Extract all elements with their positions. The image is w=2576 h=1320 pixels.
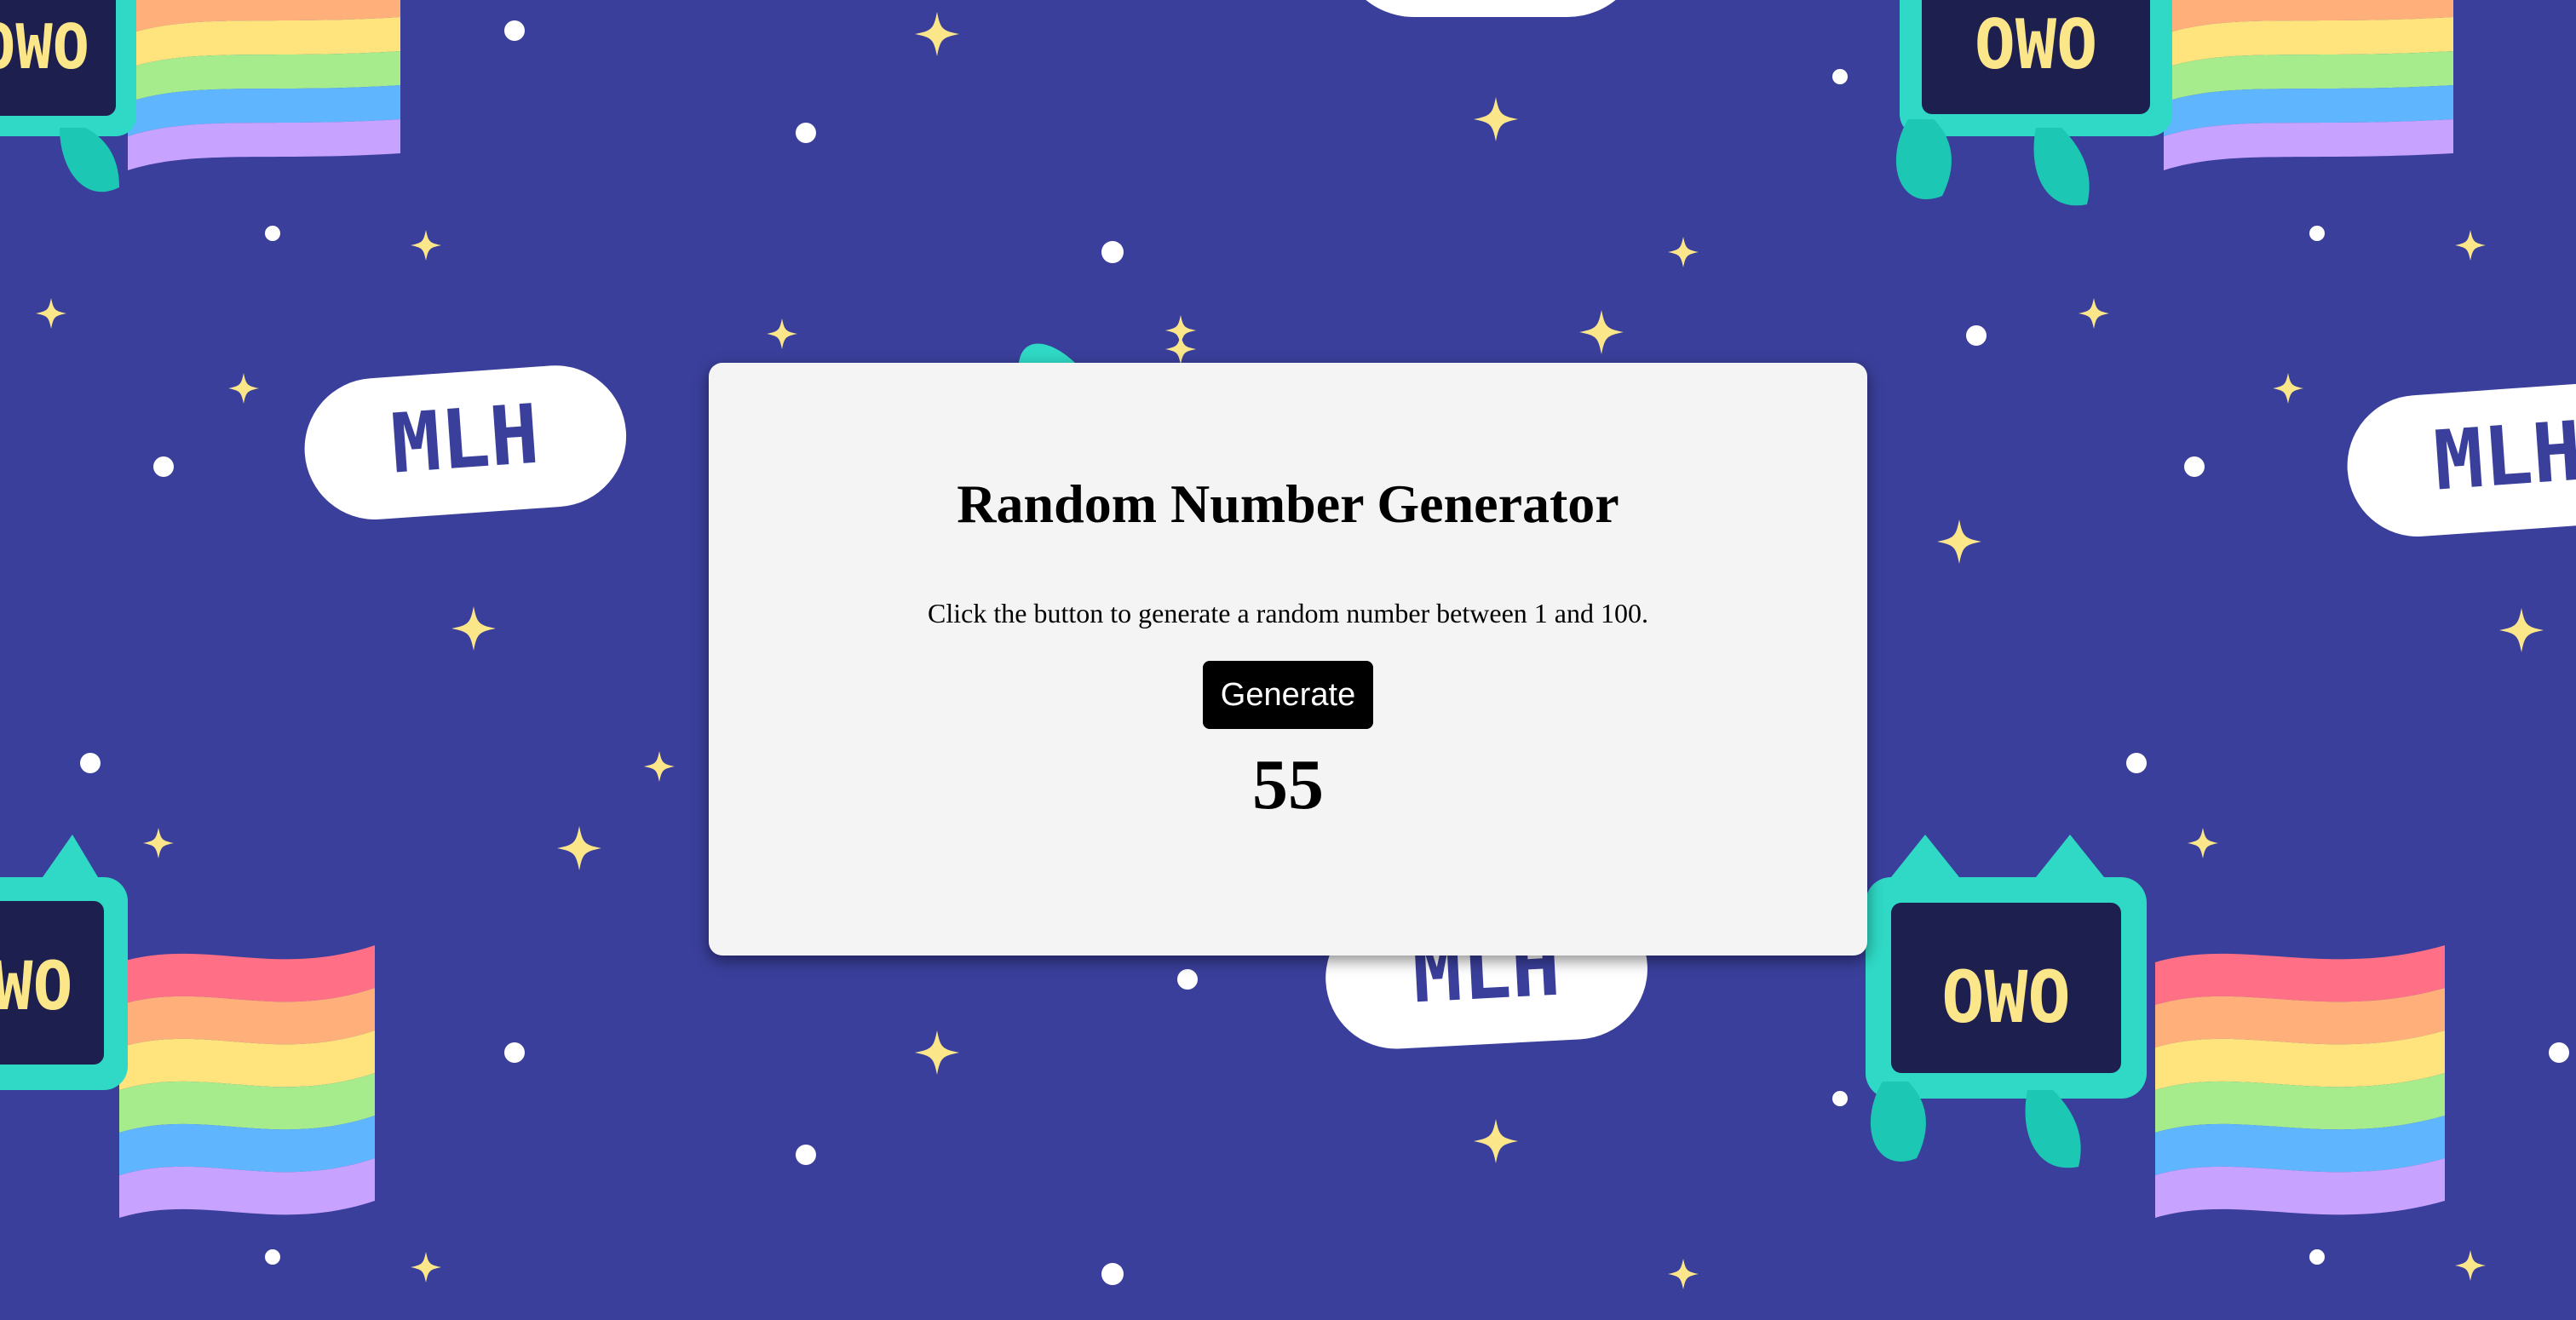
mlh-badge-left: MLH [304,365,627,520]
description-text: Click the button to generate a random nu… [928,598,1648,628]
generate-button[interactable]: Generate [1203,661,1373,729]
owo-screen-text: OWO [0,11,89,83]
background-mascot-peek [1019,343,1075,363]
rainbow-flag-top-left [128,0,400,170]
mlh-badge-text: MLH [2431,404,2576,509]
mlh-badge-text: MLH [388,387,543,492]
mlh-badge-right: MLH [2347,382,2576,537]
rainbow-flag-bottom-left [119,945,375,1218]
rainbow-flag-top-right [2164,0,2453,170]
robot-mascot-top-left: OWO [0,0,136,192]
page-title: Random Number Generator [957,473,1619,534]
robot-mascot-bottom-left: OWO [0,835,128,1090]
owo-screen-text: OWO [0,949,72,1025]
owo-screen-text: OWO [1975,5,2098,84]
owo-screen-text: OWO [1941,956,2071,1039]
mlh-badge-top [1366,0,1616,17]
random-number-result: 55 [1252,745,1324,824]
robot-mascot-top-right: OWO [1895,0,2172,206]
random-number-card: Random Number Generator Click the button… [709,363,1867,956]
rainbow-flag-bottom-right [2155,945,2445,1218]
robot-mascot-bottom-right: OWO [1866,835,2147,1168]
